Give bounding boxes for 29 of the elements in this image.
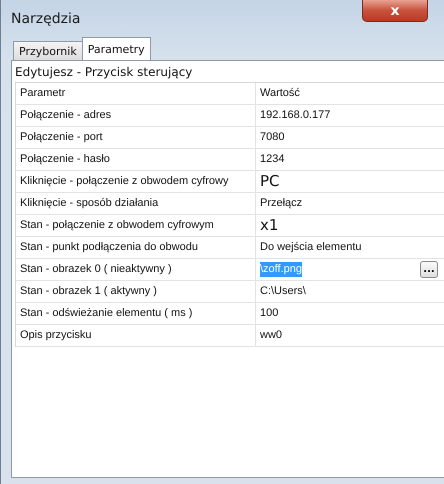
property-name: Stan - połączenie z obwodem cyfrowym bbox=[16, 215, 256, 236]
property-value[interactable]: 7080 bbox=[256, 127, 444, 148]
property-value[interactable]: x1 bbox=[256, 215, 444, 236]
property-value[interactable]: 192.168.0.177 bbox=[256, 105, 444, 126]
property-name: Stan - punkt podłączenia do obwodu bbox=[16, 237, 256, 258]
property-name: Stan - obrazek 1 ( aktywny ) bbox=[16, 281, 256, 302]
property-name: Połączenie - port bbox=[16, 127, 256, 148]
browse-button[interactable]: ... bbox=[420, 261, 438, 278]
property-value[interactable]: 1234 bbox=[256, 149, 444, 170]
property-name: Stan - obrazek 0 ( nieaktywny ) bbox=[16, 259, 256, 280]
property-value[interactable]: Przełącz bbox=[256, 193, 444, 214]
property-name: Opis przycisku bbox=[16, 325, 256, 346]
property-name: Stan - odświeżanie elementu ( ms ) bbox=[16, 303, 256, 324]
property-value[interactable]: Do wejścia elementu bbox=[256, 237, 444, 258]
tab[interactable]: Przybornik bbox=[13, 41, 83, 60]
column-header: Wartość bbox=[259, 86, 301, 101]
property-name: Połączenie - adres bbox=[16, 105, 256, 126]
close-button[interactable]: x bbox=[362, 0, 428, 22]
property-name: Kliknięcie - połączenie z obwodem cyfrowy bbox=[16, 171, 256, 192]
editing-caption: Edytujesz - Przycisk sterujący bbox=[15, 64, 194, 81]
property-name: Połączenie - hasło bbox=[16, 149, 256, 170]
property-value[interactable]: 100 bbox=[256, 303, 444, 324]
column-header: Parametr bbox=[16, 83, 256, 104]
tab[interactable]: Parametry bbox=[82, 37, 151, 60]
property-name: Kliknięcie - sposób działania bbox=[16, 193, 256, 214]
property-value[interactable]: C:\Users\ bbox=[256, 281, 444, 302]
window-title: Narzędzia bbox=[11, 11, 80, 27]
property-value[interactable]: PC bbox=[256, 171, 444, 192]
property-value[interactable]: ww0 bbox=[256, 325, 444, 346]
